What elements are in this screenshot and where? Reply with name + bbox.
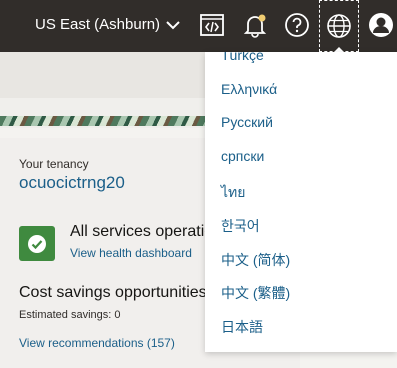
language-item-serbian[interactable]: српски [221,148,264,164]
estimated-savings-text: Estimated savings: 0 [19,309,121,321]
tenancy-label: Your tenancy [19,157,89,171]
view-recommendations-link[interactable]: View recommendations (157) [19,336,175,350]
region-selector[interactable]: US East (Ashburn) [35,16,180,33]
service-status-badge [19,226,55,261]
notifications-icon[interactable] [242,12,268,38]
language-dropdown-menu: Türkçe Ελληνικά Русский српски ไทย 한국어 中… [205,52,397,352]
chevron-down-icon [166,20,180,29]
language-globe-icon [327,14,351,38]
help-icon[interactable] [284,12,310,38]
language-item-greek[interactable]: Ελληνικά [221,81,277,97]
language-item-thai[interactable]: ไทย [221,182,245,204]
region-label: US East (Ashburn) [35,16,161,33]
cost-savings-title: Cost savings opportunities [19,284,207,301]
language-item-russian[interactable]: Русский [221,114,273,130]
top-navigation-bar: US East (Ashburn) [0,0,397,53]
language-button[interactable] [319,0,359,53]
code-editor-icon[interactable] [199,12,225,38]
notification-dot [258,14,266,22]
view-health-dashboard-link[interactable]: View health dashboard [70,246,192,260]
language-item-korean[interactable]: 한국어 [221,216,260,236]
check-circle-icon [28,235,46,253]
language-item-turkish[interactable]: Türkçe [221,52,264,63]
language-item-chinese-simplified[interactable]: 中文 (简体) [221,250,290,270]
profile-icon[interactable] [368,12,394,38]
tenancy-name: ocuocictrng20 [19,173,125,192]
language-item-japanese[interactable]: 日本語 [221,317,263,337]
language-item-chinese-traditional[interactable]: 中文 (繁體) [221,283,290,303]
